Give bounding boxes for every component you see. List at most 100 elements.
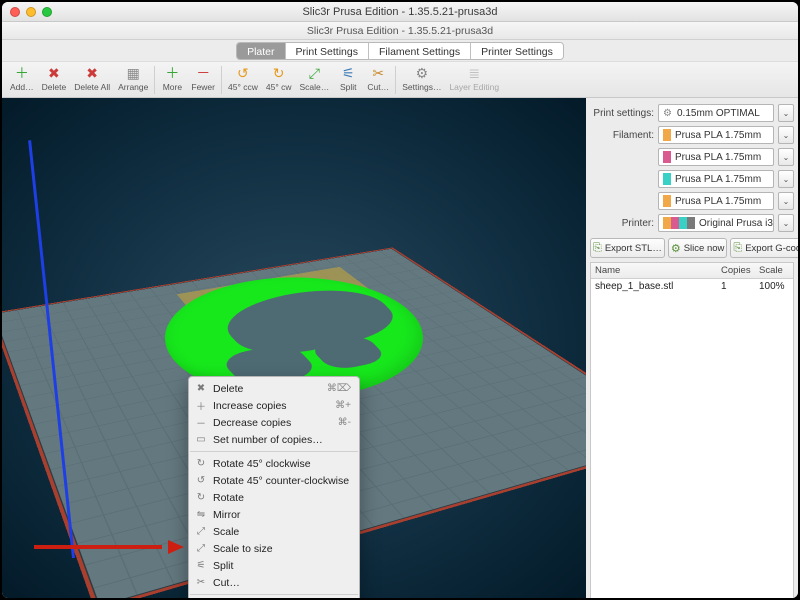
ctx-cut[interactable]: ✂Cut… [189,574,359,591]
col-scale: Scale [755,263,793,278]
ctx-split[interactable]: ⚟Split [189,557,359,574]
gear-icon: ⚙ [663,108,673,118]
toolbar: ＋Add… ✖Delete ✖Delete All ▦Arrange ＋More… [2,62,798,98]
settings-button[interactable]: ⚙Settings… [398,64,445,92]
export-gcode-button[interactable]: ⎘Export G-code… [730,238,798,258]
object-row[interactable]: sheep_1_base.stl 1 100% [591,279,793,294]
print-settings-select[interactable]: ⚙0.15mm OPTIMAL [658,104,774,122]
rotate-cw-button[interactable]: ↻45° cw [262,64,296,92]
chevron-down-icon: ⌄ [783,219,790,228]
zoom-icon[interactable] [42,7,52,17]
chevron-down-icon: ⌄ [783,109,790,118]
layers-icon: ≣ [465,64,483,82]
ctx-mirror-submenu[interactable]: ⇋Mirror [189,506,359,523]
filament-dropdown-3[interactable]: ⌄ [778,170,794,188]
ctx-scale-to-size-submenu[interactable]: ⤢Scale to size [189,540,359,557]
right-panel: Print settings: ⚙0.15mm OPTIMAL ⌄ Filame… [586,98,798,598]
rotate-ccw-icon: ↺ [195,475,207,486]
x-icon: ✖ [195,383,207,394]
filament-color-swatch [663,129,671,141]
x-icon: ✖ [83,64,101,82]
arrange-button[interactable]: ▦Arrange [114,64,152,92]
scale-icon: ⤢ [195,543,207,554]
ctx-increase-copies[interactable]: ＋Increase copies⌘+ [189,397,359,414]
rotate-ccw-button[interactable]: ↺45° ccw [224,64,262,92]
ctx-rotate-ccw[interactable]: ↺Rotate 45° counter-clockwise [189,472,359,489]
plus-icon: ＋ [163,64,181,82]
split-icon: ⚟ [195,560,207,571]
ctx-rotate-cw[interactable]: ↻Rotate 45° clockwise [189,455,359,472]
export-stl-button[interactable]: ⎘Export STL… [590,238,665,258]
filament-color-swatch [663,151,671,163]
chevron-down-icon: ⌄ [783,197,790,206]
tab-printer-settings[interactable]: Printer Settings [471,43,563,59]
object-list[interactable]: Name Copies Scale sheep_1_base.stl 1 100… [590,262,794,598]
plus-icon: ＋ [195,398,207,413]
scale-icon: ⤢ [195,526,207,537]
scale-icon: ⤢ [305,64,323,82]
object-name: sheep_1_base.stl [591,279,717,294]
col-copies: Copies [717,263,755,278]
tab-filament-settings[interactable]: Filament Settings [369,43,471,59]
slice-now-button[interactable]: ⚙Slice now [668,238,728,258]
window-controls [10,7,52,17]
rotate-icon: ↻ [195,492,207,503]
printer-label: Printer: [590,218,654,229]
filament-color-swatch [663,195,671,207]
rotate-cw-icon: ↻ [195,458,207,469]
tab-plater[interactable]: Plater [237,43,285,59]
split-icon: ⚟ [339,64,357,82]
printer-select[interactable]: Original Prusa i3 MK2 MultiMaterial [658,214,774,232]
filament-select-1[interactable]: Prusa PLA 1.75mm [658,126,774,144]
window-title: Slic3r Prusa Edition - 1.35.5.21-prusa3d [302,6,497,18]
filament-select-4[interactable]: Prusa PLA 1.75mm [658,192,774,210]
minus-icon: － [194,64,212,82]
ctx-set-copies[interactable]: ▭Set number of copies… [189,431,359,448]
tab-print-settings[interactable]: Print Settings [286,43,369,59]
cut-icon: ✂ [195,577,207,588]
titlebar: Slic3r Prusa Edition - 1.35.5.21-prusa3d [2,2,798,22]
add-button[interactable]: ＋Add… [6,64,38,92]
col-name: Name [591,263,717,278]
chevron-down-icon: ⌄ [783,131,790,140]
filament-color-swatch [663,173,671,185]
ctx-decrease-copies[interactable]: －Decrease copies⌘- [189,414,359,431]
filament-dropdown-4[interactable]: ⌄ [778,192,794,210]
close-icon[interactable] [10,7,20,17]
chevron-down-icon: ⌄ [783,153,790,162]
ctx-scale-submenu[interactable]: ⤢Scale [189,523,359,540]
blank-icon: ▭ [195,434,207,445]
minimize-icon[interactable] [26,7,36,17]
filament-select-3[interactable]: Prusa PLA 1.75mm [658,170,774,188]
print-settings-dropdown[interactable]: ⌄ [778,104,794,122]
filament-dropdown-2[interactable]: ⌄ [778,148,794,166]
arrange-icon: ▦ [124,64,142,82]
scale-button[interactable]: ⤢Scale… [295,64,333,92]
chevron-down-icon: ⌄ [783,175,790,184]
object-scale: 100% [755,279,793,294]
minus-icon: － [195,415,207,430]
rotate-ccw-icon: ↺ [234,64,252,82]
plus-icon: ＋ [13,64,31,82]
delete-button[interactable]: ✖Delete [38,64,71,92]
printer-dropdown[interactable]: ⌄ [778,214,794,232]
delete-all-button[interactable]: ✖Delete All [70,64,114,92]
split-button[interactable]: ⚟Split [333,64,363,92]
rotate-cw-icon: ↻ [270,64,288,82]
cut-icon: ✂ [369,64,387,82]
object-copies: 1 [717,279,755,294]
filament-select-2[interactable]: Prusa PLA 1.75mm [658,148,774,166]
fewer-button[interactable]: －Fewer [187,64,219,92]
context-menu: ✖Delete⌘⌦ ＋Increase copies⌘+ －Decrease c… [188,376,360,598]
ctx-delete[interactable]: ✖Delete⌘⌦ [189,380,359,397]
gear-icon: ⚙ [413,64,431,82]
ctx-rotate-submenu[interactable]: ↻Rotate [189,489,359,506]
3d-viewport[interactable]: ✖Delete⌘⌦ ＋Increase copies⌘+ －Decrease c… [2,98,586,598]
more-button[interactable]: ＋More [157,64,187,92]
filament-dropdown-1[interactable]: ⌄ [778,126,794,144]
export-icon: ⎘ [733,242,742,255]
main-tabs: Plater Print Settings Filament Settings … [2,40,798,62]
mirror-icon: ⇋ [195,509,207,520]
layer-editing-button: ≣Layer Editing [445,64,503,92]
cut-button[interactable]: ✂Cut… [363,64,393,92]
